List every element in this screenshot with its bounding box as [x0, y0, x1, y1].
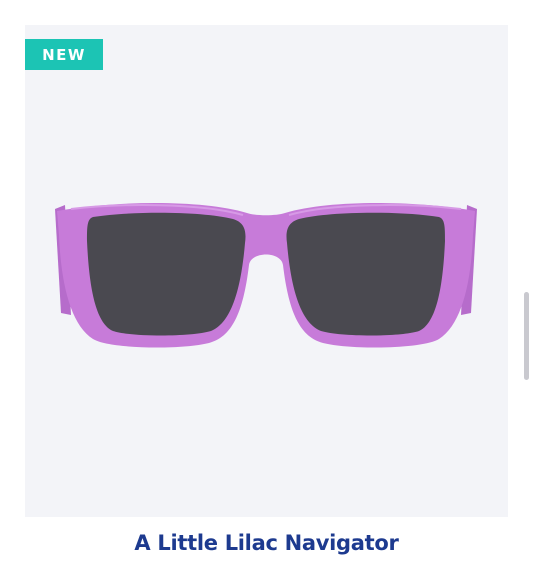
sunglasses-image — [55, 203, 477, 348]
scrollbar-thumb[interactable] — [524, 292, 529, 380]
product-title-link[interactable]: A Little Lilac Navigator — [25, 531, 508, 555]
product-card[interactable]: NEW A Little Lilac Navigator — [25, 25, 508, 565]
left-lens — [87, 212, 246, 336]
right-lens — [286, 212, 445, 336]
product-image-panel[interactable]: NEW — [25, 25, 508, 517]
page: NEW A Little Lilac Navigator — [0, 0, 533, 573]
new-badge: NEW — [25, 39, 103, 70]
